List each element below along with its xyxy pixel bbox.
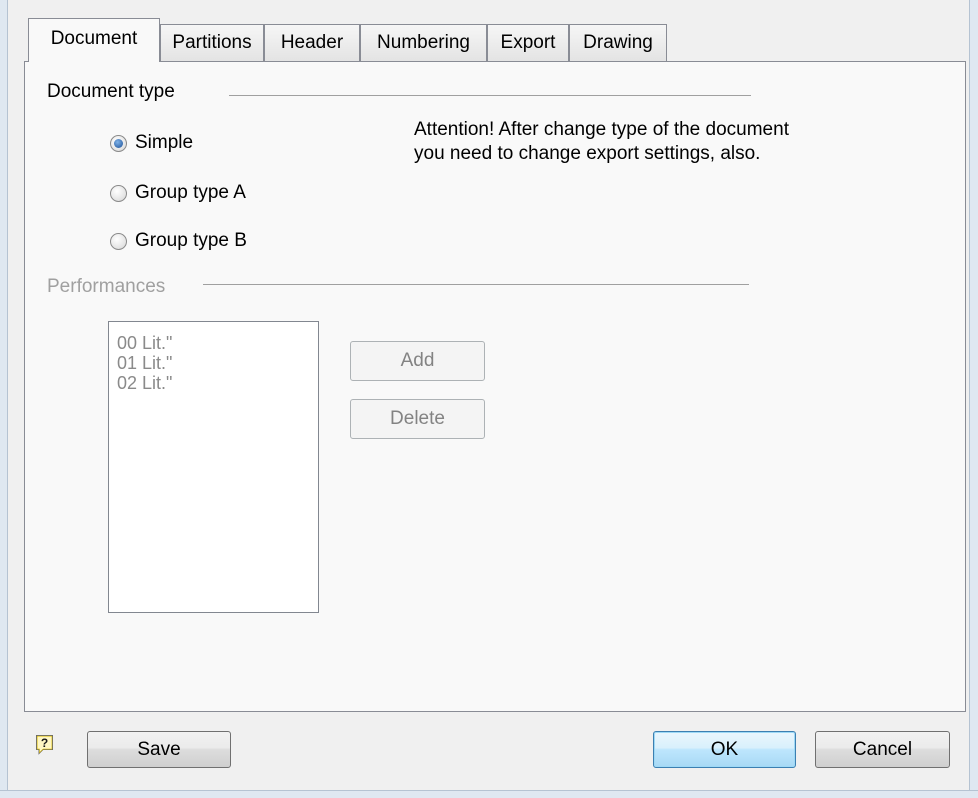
add-button[interactable]: Add [350, 341, 485, 381]
performances-label: Performances [47, 276, 170, 298]
document-type-separator [229, 95, 751, 96]
save-button[interactable]: Save [87, 731, 231, 768]
radio-group-type-a[interactable]: Group type A [110, 182, 246, 204]
cancel-button[interactable]: Cancel [815, 731, 950, 768]
tab-numbering[interactable]: Numbering [360, 24, 487, 62]
radio-unselected-icon [110, 232, 127, 250]
tab-export[interactable]: Export [487, 24, 569, 62]
svg-text:?: ? [41, 736, 48, 750]
list-item[interactable]: 02 Lit." [117, 373, 318, 393]
document-type-label: Document type [47, 81, 179, 103]
tab-drawing[interactable]: Drawing [569, 24, 667, 62]
tab-document[interactable]: Document [28, 18, 160, 62]
radio-group-type-a-label: Group type A [135, 182, 246, 203]
delete-button[interactable]: Delete [350, 399, 485, 439]
radio-simple-label: Simple [135, 132, 194, 153]
attention-text: Attention! After change type of the docu… [414, 119, 789, 164]
window-frame-right [969, 0, 978, 798]
radio-simple[interactable]: Simple [110, 132, 193, 154]
performances-listbox[interactable]: 00 Lit." 01 Lit." 02 Lit." [108, 321, 319, 613]
list-item[interactable]: 01 Lit." [117, 353, 318, 373]
radio-unselected-icon [110, 184, 127, 202]
window-frame-bottom [0, 790, 978, 798]
tab-header[interactable]: Header [264, 24, 360, 62]
performances-separator [203, 284, 749, 285]
help-icon[interactable]: ? [35, 734, 54, 755]
ok-button[interactable]: OK [653, 731, 796, 768]
radio-selected-icon [110, 134, 127, 152]
radio-group-type-b-label: Group type B [135, 230, 247, 251]
window-frame-left [0, 0, 8, 798]
list-item[interactable]: 00 Lit." [117, 333, 318, 353]
radio-group-type-b[interactable]: Group type B [110, 230, 247, 252]
tab-partitions[interactable]: Partitions [160, 24, 264, 62]
